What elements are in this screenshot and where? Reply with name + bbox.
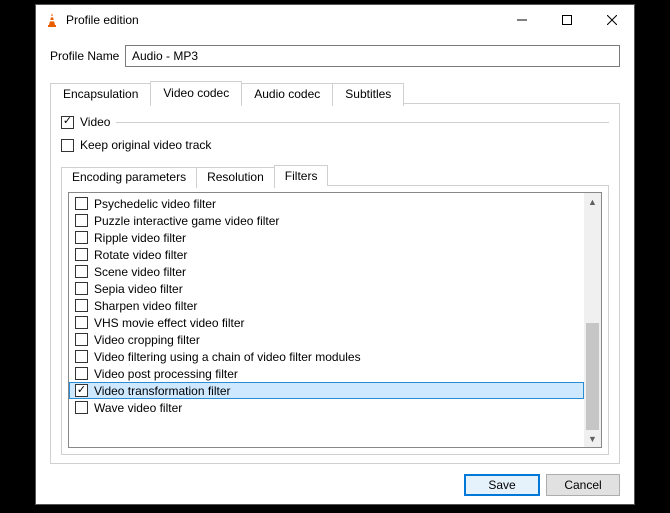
filter-checkbox[interactable]	[75, 265, 88, 278]
filter-label: Wave video filter	[94, 401, 182, 415]
sub-tabstrip: Encoding parametersResolutionFilters	[61, 165, 609, 186]
filter-item[interactable]: Video cropping filter	[69, 331, 584, 348]
keep-original-row[interactable]: Keep original video track	[61, 138, 609, 152]
filter-item[interactable]: Scene video filter	[69, 263, 584, 280]
filter-item[interactable]: Sepia video filter	[69, 280, 584, 297]
filter-label: Video post processing filter	[94, 367, 238, 381]
video-codec-panel: Video Keep original video track Encoding…	[50, 103, 620, 464]
filter-label: Video transformation filter	[94, 384, 231, 398]
filter-checkbox[interactable]	[75, 248, 88, 261]
filter-label: Video cropping filter	[94, 333, 200, 347]
cancel-button[interactable]: Cancel	[546, 474, 620, 496]
group-divider	[116, 122, 609, 123]
vlc-cone-icon	[44, 12, 60, 28]
filter-checkbox[interactable]	[75, 350, 88, 363]
subtab-resolution[interactable]: Resolution	[196, 167, 275, 188]
filter-item[interactable]: Puzzle interactive game video filter	[69, 212, 584, 229]
scroll-up-icon[interactable]: ▲	[584, 193, 601, 210]
filter-label: Psychedelic video filter	[94, 197, 216, 211]
dialog-buttons: Save Cancel	[50, 464, 620, 496]
filter-item[interactable]: Ripple video filter	[69, 229, 584, 246]
filter-label: Sharpen video filter	[94, 299, 197, 313]
keep-original-label: Keep original video track	[80, 138, 211, 152]
profile-name-input[interactable]	[125, 45, 620, 67]
subtab-filters[interactable]: Filters	[274, 165, 329, 186]
filter-checkbox[interactable]	[75, 282, 88, 295]
video-checkbox-label: Video	[80, 115, 110, 129]
profile-edition-window: Profile edition Profile Name Encapsulati…	[35, 4, 635, 505]
filter-item[interactable]: Psychedelic video filter	[69, 195, 584, 212]
filter-item[interactable]: Rotate video filter	[69, 246, 584, 263]
filter-checkbox[interactable]	[75, 197, 88, 210]
filter-checkbox[interactable]	[75, 214, 88, 227]
save-button[interactable]: Save	[464, 474, 540, 496]
keep-original-checkbox[interactable]	[61, 139, 74, 152]
filter-label: Rotate video filter	[94, 248, 187, 262]
filter-label: Scene video filter	[94, 265, 186, 279]
filter-checkbox[interactable]	[75, 384, 88, 397]
tab-audio-codec[interactable]: Audio codec	[241, 83, 333, 106]
tab-encapsulation[interactable]: Encapsulation	[50, 83, 151, 106]
profile-name-row: Profile Name	[50, 45, 620, 67]
video-checkbox-row[interactable]: Video	[61, 115, 609, 129]
filter-item[interactable]: VHS movie effect video filter	[69, 314, 584, 331]
filter-checkbox[interactable]	[75, 333, 88, 346]
tab-video-codec[interactable]: Video codec	[150, 81, 242, 104]
main-tabstrip: EncapsulationVideo codecAudio codecSubti…	[50, 81, 620, 104]
filter-label: Puzzle interactive game video filter	[94, 214, 279, 228]
maximize-button[interactable]	[544, 5, 589, 35]
titlebar: Profile edition	[36, 5, 634, 35]
filter-item[interactable]: Wave video filter	[69, 399, 584, 416]
subtab-encoding-parameters[interactable]: Encoding parameters	[61, 167, 197, 188]
video-checkbox[interactable]	[61, 116, 74, 129]
filter-label: Ripple video filter	[94, 231, 186, 245]
filter-checkbox[interactable]	[75, 367, 88, 380]
filter-checkbox[interactable]	[75, 401, 88, 414]
filter-item[interactable]: Video transformation filter	[69, 382, 584, 399]
filter-list[interactable]: Psychedelic video filter Puzzle interacti…	[69, 193, 584, 447]
filter-listbox: Psychedelic video filter Puzzle interacti…	[68, 192, 602, 448]
filter-item[interactable]: Video post processing filter	[69, 365, 584, 382]
scrollbar[interactable]: ▲ ▼	[584, 193, 601, 447]
filter-item[interactable]: Sharpen video filter	[69, 297, 584, 314]
profile-name-label: Profile Name	[50, 49, 125, 63]
window-controls	[499, 5, 634, 35]
filter-label: VHS movie effect video filter	[94, 316, 245, 330]
filter-checkbox[interactable]	[75, 299, 88, 312]
client-area: Profile Name EncapsulationVideo codecAud…	[36, 35, 634, 504]
scroll-down-icon[interactable]: ▼	[584, 430, 601, 447]
tab-subtitles[interactable]: Subtitles	[332, 83, 404, 106]
close-button[interactable]	[589, 5, 634, 35]
filter-label: Sepia video filter	[94, 282, 183, 296]
window-title: Profile edition	[66, 13, 499, 27]
minimize-button[interactable]	[499, 5, 544, 35]
filter-item[interactable]: Video filtering using a chain of video f…	[69, 348, 584, 365]
filter-checkbox[interactable]	[75, 316, 88, 329]
filter-label: Video filtering using a chain of video f…	[94, 350, 361, 364]
filters-panel: Psychedelic video filter Puzzle interacti…	[61, 185, 609, 455]
scroll-thumb[interactable]	[586, 323, 599, 430]
filter-checkbox[interactable]	[75, 231, 88, 244]
